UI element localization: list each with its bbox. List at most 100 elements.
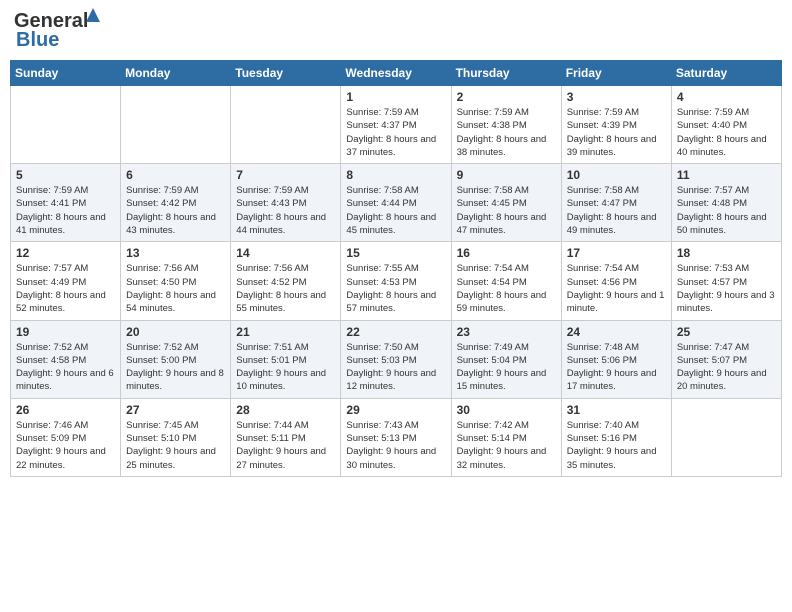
day-number: 24 — [567, 325, 666, 339]
calendar-cell: 27 Sunrise: 7:45 AM Sunset: 5:10 PM Dayli… — [121, 398, 231, 476]
day-number: 9 — [457, 168, 556, 182]
day-number: 19 — [16, 325, 115, 339]
day-number: 11 — [677, 168, 776, 182]
day-number: 5 — [16, 168, 115, 182]
day-header-sunday: Sunday — [11, 61, 121, 86]
calendar-cell: 8 Sunrise: 7:58 AM Sunset: 4:44 PM Daylig… — [341, 164, 451, 242]
day-number: 8 — [346, 168, 445, 182]
day-number: 21 — [236, 325, 335, 339]
calendar-cell — [231, 86, 341, 164]
day-number: 30 — [457, 403, 556, 417]
day-header-monday: Monday — [121, 61, 231, 86]
calendar-cell: 2 Sunrise: 7:59 AM Sunset: 4:38 PM Daylig… — [451, 86, 561, 164]
calendar-cell: 15Sunrise: 7:55 AM Sunset: 4:53 PM Dayli… — [341, 242, 451, 320]
calendar-cell: 13 Sunrise: 7:56 AM Sunset: 4:50 PM Dayli… — [121, 242, 231, 320]
logo: General Blue — [14, 10, 88, 52]
day-number: 26 — [16, 403, 115, 417]
day-info: Sunrise: 7:58 AM Sunset: 4:44 PM Dayligh… — [346, 184, 445, 237]
day-number: 31 — [567, 403, 666, 417]
calendar-header-row: SundayMondayTuesdayWednesdayThursdayFrid… — [11, 61, 782, 86]
calendar-cell: 12 Sunrise: 7:57 AM Sunset: 4:49 PM Dayli… — [11, 242, 121, 320]
day-info: Sunrise: 7:57 AM Sunset: 4:49 PM Dayligh… — [16, 262, 115, 315]
calendar-cell: 31 Sunrise: 7:40 AM Sunset: 5:16 PM Dayli… — [561, 398, 671, 476]
calendar-cell: 17 Sunrise: 7:54 AM Sunset: 4:56 PM Dayli… — [561, 242, 671, 320]
day-number: 29 — [346, 403, 445, 417]
calendar-cell — [11, 86, 121, 164]
calendar-cell — [121, 86, 231, 164]
calendar-cell: 20 Sunrise: 7:52 AM Sunset: 5:00 PM Dayli… — [121, 320, 231, 398]
calendar-week-2: 5 Sunrise: 7:59 AM Sunset: 4:41 PM Daylig… — [11, 164, 782, 242]
day-info: Sunrise: 7:43 AM Sunset: 5:13 PM Dayligh… — [346, 419, 445, 472]
day-info: Sunrise: 7:48 AM Sunset: 5:06 PM Dayligh… — [567, 341, 666, 394]
day-header-tuesday: Tuesday — [231, 61, 341, 86]
day-info: Sunrise: 7:47 AM Sunset: 5:07 PM Dayligh… — [677, 341, 776, 394]
calendar-week-1: 1Sunrise: 7:59 AM Sunset: 4:37 PM Daylig… — [11, 86, 782, 164]
calendar-cell: 1Sunrise: 7:59 AM Sunset: 4:37 PM Daylig… — [341, 86, 451, 164]
day-number: 27 — [126, 403, 225, 417]
day-info: Sunrise: 7:45 AM Sunset: 5:10 PM Dayligh… — [126, 419, 225, 472]
calendar-cell: 29 Sunrise: 7:43 AM Sunset: 5:13 PM Dayli… — [341, 398, 451, 476]
calendar-cell: 19 Sunrise: 7:52 AM Sunset: 4:58 PM Dayli… — [11, 320, 121, 398]
calendar-week-3: 12 Sunrise: 7:57 AM Sunset: 4:49 PM Dayli… — [11, 242, 782, 320]
day-info: Sunrise: 7:40 AM Sunset: 5:16 PM Dayligh… — [567, 419, 666, 472]
day-info: Sunrise: 7:54 AM Sunset: 4:56 PM Dayligh… — [567, 262, 666, 315]
day-info: Sunrise: 7:59 AM Sunset: 4:40 PM Dayligh… — [677, 106, 776, 159]
calendar-cell: 23Sunrise: 7:49 AM Sunset: 5:04 PM Dayli… — [451, 320, 561, 398]
calendar-cell: 3Sunrise: 7:59 AM Sunset: 4:39 PM Daylig… — [561, 86, 671, 164]
day-info: Sunrise: 7:49 AM Sunset: 5:04 PM Dayligh… — [457, 341, 556, 394]
day-header-friday: Friday — [561, 61, 671, 86]
day-info: Sunrise: 7:56 AM Sunset: 4:52 PM Dayligh… — [236, 262, 335, 315]
calendar-cell: 22Sunrise: 7:50 AM Sunset: 5:03 PM Dayli… — [341, 320, 451, 398]
day-info: Sunrise: 7:59 AM Sunset: 4:38 PM Dayligh… — [457, 106, 556, 159]
day-number: 15 — [346, 246, 445, 260]
day-number: 1 — [346, 90, 445, 104]
day-number: 17 — [567, 246, 666, 260]
logo-triangle-icon — [86, 8, 100, 22]
calendar-cell: 21 Sunrise: 7:51 AM Sunset: 5:01 PM Dayli… — [231, 320, 341, 398]
calendar-cell: 25Sunrise: 7:47 AM Sunset: 5:07 PM Dayli… — [671, 320, 781, 398]
day-info: Sunrise: 7:44 AM Sunset: 5:11 PM Dayligh… — [236, 419, 335, 472]
day-number: 4 — [677, 90, 776, 104]
day-info: Sunrise: 7:52 AM Sunset: 5:00 PM Dayligh… — [126, 341, 225, 394]
day-number: 12 — [16, 246, 115, 260]
day-number: 20 — [126, 325, 225, 339]
day-info: Sunrise: 7:50 AM Sunset: 5:03 PM Dayligh… — [346, 341, 445, 394]
day-number: 16 — [457, 246, 556, 260]
day-info: Sunrise: 7:54 AM Sunset: 4:54 PM Dayligh… — [457, 262, 556, 315]
page-header: General Blue — [10, 10, 782, 52]
day-info: Sunrise: 7:52 AM Sunset: 4:58 PM Dayligh… — [16, 341, 115, 394]
calendar-cell: 4 Sunrise: 7:59 AM Sunset: 4:40 PM Daylig… — [671, 86, 781, 164]
day-header-thursday: Thursday — [451, 61, 561, 86]
day-info: Sunrise: 7:58 AM Sunset: 4:47 PM Dayligh… — [567, 184, 666, 237]
calendar-cell: 5 Sunrise: 7:59 AM Sunset: 4:41 PM Daylig… — [11, 164, 121, 242]
calendar-cell: 16 Sunrise: 7:54 AM Sunset: 4:54 PM Dayli… — [451, 242, 561, 320]
day-info: Sunrise: 7:56 AM Sunset: 4:50 PM Dayligh… — [126, 262, 225, 315]
calendar-week-4: 19 Sunrise: 7:52 AM Sunset: 4:58 PM Dayli… — [11, 320, 782, 398]
calendar-cell: 28 Sunrise: 7:44 AM Sunset: 5:11 PM Dayli… — [231, 398, 341, 476]
day-number: 13 — [126, 246, 225, 260]
day-info: Sunrise: 7:59 AM Sunset: 4:39 PM Dayligh… — [567, 106, 666, 159]
day-number: 6 — [126, 168, 225, 182]
calendar-cell: 7Sunrise: 7:59 AM Sunset: 4:43 PM Daylig… — [231, 164, 341, 242]
day-info: Sunrise: 7:59 AM Sunset: 4:41 PM Dayligh… — [16, 184, 115, 237]
calendar-table: SundayMondayTuesdayWednesdayThursdayFrid… — [10, 60, 782, 477]
day-number: 2 — [457, 90, 556, 104]
day-number: 28 — [236, 403, 335, 417]
day-header-wednesday: Wednesday — [341, 61, 451, 86]
calendar-cell: 11 Sunrise: 7:57 AM Sunset: 4:48 PM Dayli… — [671, 164, 781, 242]
day-number: 7 — [236, 168, 335, 182]
calendar-cell: 30 Sunrise: 7:42 AM Sunset: 5:14 PM Dayli… — [451, 398, 561, 476]
day-header-saturday: Saturday — [671, 61, 781, 86]
day-info: Sunrise: 7:53 AM Sunset: 4:57 PM Dayligh… — [677, 262, 776, 315]
calendar-cell: 24 Sunrise: 7:48 AM Sunset: 5:06 PM Dayli… — [561, 320, 671, 398]
day-number: 14 — [236, 246, 335, 260]
calendar-week-5: 26 Sunrise: 7:46 AM Sunset: 5:09 PM Dayli… — [11, 398, 782, 476]
calendar-cell: 9Sunrise: 7:58 AM Sunset: 4:45 PM Daylig… — [451, 164, 561, 242]
calendar-cell: 10 Sunrise: 7:58 AM Sunset: 4:47 PM Dayli… — [561, 164, 671, 242]
day-info: Sunrise: 7:57 AM Sunset: 4:48 PM Dayligh… — [677, 184, 776, 237]
day-info: Sunrise: 7:42 AM Sunset: 5:14 PM Dayligh… — [457, 419, 556, 472]
day-number: 10 — [567, 168, 666, 182]
day-info: Sunrise: 7:46 AM Sunset: 5:09 PM Dayligh… — [16, 419, 115, 472]
day-info: Sunrise: 7:51 AM Sunset: 5:01 PM Dayligh… — [236, 341, 335, 394]
logo-general-text: General — [14, 10, 88, 32]
